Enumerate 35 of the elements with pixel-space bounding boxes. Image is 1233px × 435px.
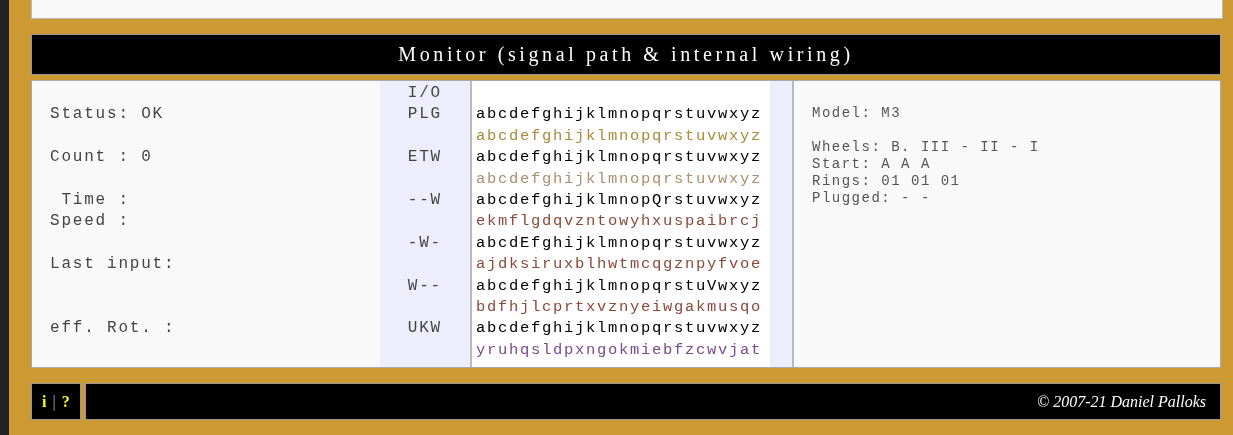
monitor-title: Monitor (signal path & internal wiring) [31, 34, 1221, 75]
status-text: Count : 0 [50, 148, 153, 167]
copyright-text: © 2007-21 Daniel Palloks [1036, 392, 1206, 411]
alphabet-line: abcdEfghijklmnopqrstuvwxyz [476, 233, 763, 252]
alphabet-line: abcdefghijklmnopQrstuvwxyz [476, 190, 763, 209]
model-text: Model: M3 [812, 105, 903, 122]
help-link[interactable]: i [42, 392, 47, 411]
help-link[interactable]: ? [61, 392, 70, 411]
setting-text: Wheels: B. III - II - I [812, 139, 1040, 156]
alphabet-line: abcdefghijklmnopqrstuvwxyz [476, 169, 763, 188]
alphabet-line: ajdksiruxblhwtmcqgznpyfvoe [476, 255, 763, 274]
setting-text: Start: A A A [812, 156, 932, 173]
stage-label: W-- [407, 276, 442, 295]
alphabet-line: abcdefghijklmnopqrstuvwxyz [476, 319, 763, 338]
status-text: Speed : [50, 212, 130, 231]
alphabet-line: abcdefghijklmnopqrstuvwxyz [476, 126, 763, 145]
separator-text: | [52, 392, 56, 411]
status-text: eff. Rot. : [50, 319, 176, 338]
setting-text: Rings: 01 01 01 [812, 173, 962, 190]
alphabet-line: abcdefghijklmnopqrstuvwxyz [476, 148, 763, 167]
status-text: Last input: [50, 255, 176, 274]
stage-label: UKW [407, 319, 442, 338]
alphabet-line: ekmflgdqvzntowyhxuspaibrcj [476, 212, 763, 231]
alphabet-line: yruhqsldpxngokmiebfzcwvjat [476, 340, 763, 359]
status-text: Status: OK [50, 105, 164, 124]
setting-text: Plugged: - - [812, 190, 932, 207]
stage-label: PLG [407, 105, 442, 124]
stage-label: I/O [407, 84, 442, 102]
stage-label: --W [407, 190, 442, 209]
alphabet-line: abcdefghijklmnopqrstuvwxyz [476, 105, 763, 124]
alphabet-line: abcdefghijklmnopqrstuVwxyz [476, 276, 763, 295]
status-text: Time : [60, 190, 130, 209]
stage-label: ETW [407, 148, 442, 167]
stage-label: -W- [407, 233, 442, 252]
alphabet-line: bdfhjlcprtxvznyeiwgakmusqo [476, 297, 763, 316]
